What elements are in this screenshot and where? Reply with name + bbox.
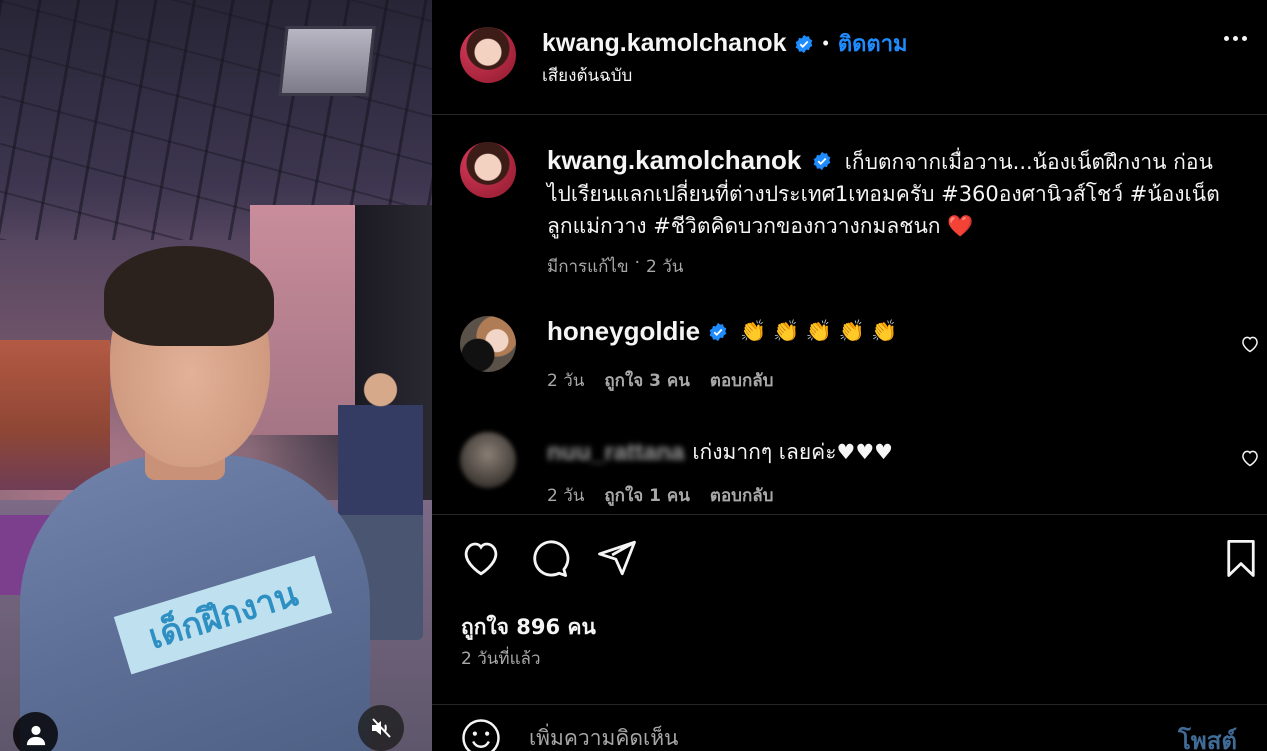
comment-composer: โพสต์ [432,704,1267,751]
comments-thread: kwang.kamolchanok เก็บตกจากเมื่อวาน...น้… [432,116,1267,514]
comment-username-blurred[interactable]: nuu_rattana [547,439,684,467]
author-username[interactable]: kwang.kamolchanok [542,29,787,58]
like-heart-icon[interactable] [460,537,502,579]
comment-avatar[interactable] [460,316,516,372]
comment-avatar[interactable] [460,432,516,488]
share-send-icon[interactable] [596,537,638,579]
comment-likes[interactable]: ถูกใจ 3 คน [604,367,690,394]
comment-likes[interactable]: ถูกใจ 1 คน [604,482,690,509]
comment: nuu_rattana เก่งมากๆ เลยค่ะ♥♥♥ [547,436,893,469]
comment-meta: 2 วัน ถูกใจ 3 คน ตอบกลับ [547,367,773,394]
like-comment-heart-icon[interactable] [1240,448,1260,468]
edited-label: มีการแก้ไข [547,257,629,277]
post-actions: ถูกใจ 896 คน 2 วันที่แล้ว [432,514,1267,704]
user-icon [26,725,45,745]
more-options-icon[interactable] [1224,36,1247,41]
author-row: kwang.kamolchanok • ติดตาม [542,26,908,61]
studio-lamp [278,26,376,96]
like-comment-heart-icon[interactable] [1240,334,1260,354]
bookmark-save-icon[interactable] [1220,537,1262,579]
author-avatar[interactable] [460,27,516,83]
post-header: kwang.kamolchanok • ติดตาม เสียงต้นฉบับ [432,0,1267,115]
caption-author-avatar[interactable] [460,142,516,198]
caption-username[interactable]: kwang.kamolchanok [547,145,801,175]
verified-badge-icon [813,151,831,171]
meta-separator: · [634,253,641,273]
speaker-muted-icon [372,718,391,738]
post-timestamp[interactable]: 2 วันที่แล้ว [461,645,541,672]
post-details-panel: kwang.kamolchanok • ติดตาม เสียงต้นฉบับ … [432,0,1267,751]
likes-count[interactable]: ถูกใจ 896 คน [461,611,596,644]
comment-input[interactable] [529,723,1129,751]
mute-button[interactable] [358,705,404,751]
audio-label[interactable]: เสียงต้นฉบับ [542,62,632,89]
comment: honeygoldie 👏 👏 👏 👏 👏 [547,316,898,347]
caption-age[interactable]: 2 วัน [646,253,683,280]
follow-button[interactable]: ติดตาม [838,26,908,61]
stage-set [0,340,110,490]
comment-body: เก่งมากๆ เลยค่ะ♥♥♥ [692,440,893,464]
reply-button[interactable]: ตอบกลับ [710,482,774,509]
comment-age[interactable]: 2 วัน [547,367,584,394]
separator-dot: • [822,33,829,53]
post-comment-button[interactable]: โพสต์ [1178,721,1237,751]
intern-hair [104,246,274,346]
verified-badge-icon [709,322,727,341]
comment-meta: 2 วัน ถูกใจ 1 คน ตอบกลับ [547,482,773,509]
comment-bubble-icon[interactable] [528,537,570,579]
instagram-post-view: เด็กฝึกงาน kwang.kamolchanok • ติดตาม เส… [0,0,1267,751]
emoji-icon[interactable] [460,717,502,751]
reply-button[interactable]: ตอบกลับ [710,367,774,394]
post-video[interactable]: เด็กฝึกงาน [0,0,432,751]
comment-age[interactable]: 2 วัน [547,482,584,509]
caption-meta: มีการแก้ไข · 2 วัน [547,253,683,280]
caption: kwang.kamolchanok เก็บตกจากเมื่อวาน...น้… [547,144,1227,242]
user-tag-button[interactable] [13,712,58,751]
comment-body: 👏 👏 👏 👏 👏 [740,319,898,343]
comment-username[interactable]: honeygoldie [547,316,700,347]
verified-badge-icon [795,34,812,53]
